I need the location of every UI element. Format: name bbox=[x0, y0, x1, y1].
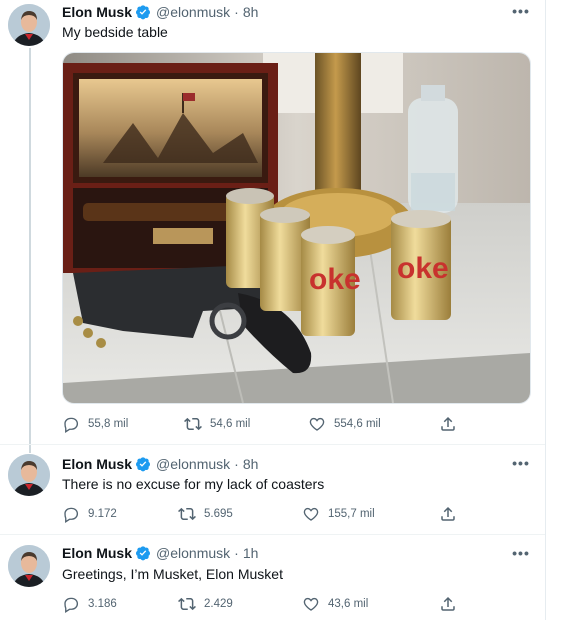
like-button[interactable]: 554,6 mil bbox=[308, 414, 381, 434]
tweet-text: Greetings, I’m Musket, Elon Musket bbox=[62, 566, 283, 582]
like-count: 155,7 mil bbox=[328, 508, 375, 520]
column-divider bbox=[545, 0, 546, 620]
tweet-actions: 9.172 5.695 155,7 mil bbox=[62, 504, 462, 524]
like-button[interactable]: 155,7 mil bbox=[302, 504, 375, 524]
retweet-button[interactable]: 2.429 bbox=[178, 594, 233, 614]
reply-count: 9.172 bbox=[88, 508, 117, 520]
verified-badge-icon bbox=[135, 456, 151, 472]
retweet-icon bbox=[178, 595, 196, 613]
retweet-count: 2.429 bbox=[204, 598, 233, 610]
reply-icon bbox=[62, 415, 80, 433]
share-icon bbox=[439, 415, 457, 433]
like-icon bbox=[308, 415, 326, 433]
avatar[interactable] bbox=[8, 454, 50, 496]
share-icon bbox=[439, 595, 457, 613]
retweet-button[interactable]: 54,6 mil bbox=[184, 414, 250, 434]
author-name[interactable]: Elon Musk bbox=[62, 4, 132, 20]
separator-dot: · bbox=[234, 4, 239, 20]
tweet-separator bbox=[0, 534, 545, 535]
share-button[interactable] bbox=[439, 594, 465, 614]
avatar[interactable] bbox=[8, 545, 50, 587]
reply-icon bbox=[62, 505, 80, 523]
author-name[interactable]: Elon Musk bbox=[62, 456, 132, 472]
reply-count: 55,8 mil bbox=[88, 418, 129, 430]
more-options-icon[interactable]: ••• bbox=[511, 456, 531, 474]
retweet-icon bbox=[178, 505, 196, 523]
share-button[interactable] bbox=[439, 504, 465, 524]
share-button[interactable] bbox=[439, 414, 465, 434]
like-button[interactable]: 43,6 mil bbox=[302, 594, 368, 614]
retweet-count: 5.695 bbox=[204, 508, 233, 520]
reply-count: 3.186 bbox=[88, 598, 117, 610]
author-handle[interactable]: @elonmusk bbox=[156, 4, 230, 20]
verified-badge-icon bbox=[135, 545, 151, 561]
tweet-header: Elon Musk @elonmusk · 1h bbox=[62, 543, 258, 563]
reply-icon bbox=[62, 595, 80, 613]
reply-button[interactable]: 9.172 bbox=[62, 504, 117, 524]
share-icon bbox=[439, 505, 457, 523]
tweet-header: Elon Musk @elonmusk · 8h bbox=[62, 2, 258, 22]
reply-button[interactable]: 55,8 mil bbox=[62, 414, 128, 434]
tweet-actions: 3.186 2.429 43,6 mil bbox=[62, 594, 462, 614]
verified-badge-icon bbox=[135, 4, 151, 20]
retweet-icon bbox=[184, 415, 202, 433]
svg-text:oke: oke bbox=[397, 252, 449, 285]
tweet-text: There is no excuse for my lack of coaste… bbox=[62, 476, 325, 492]
avatar[interactable] bbox=[8, 4, 50, 46]
tweet-actions: 55,8 mil 54,6 mil 554,6 mil bbox=[62, 414, 462, 434]
tweet-separator bbox=[0, 444, 545, 445]
tweet-header: Elon Musk @elonmusk · 8h bbox=[62, 454, 258, 474]
timestamp[interactable]: 8h bbox=[243, 456, 259, 472]
author-name[interactable]: Elon Musk bbox=[62, 545, 132, 561]
tweet-photo[interactable]: oke oke bbox=[62, 52, 531, 404]
tweet-text: My bedside table bbox=[62, 24, 168, 40]
timestamp[interactable]: 1h bbox=[243, 545, 259, 561]
retweet-count: 54,6 mil bbox=[210, 418, 251, 430]
thread-line bbox=[29, 48, 31, 453]
like-icon bbox=[302, 505, 320, 523]
separator-dot: · bbox=[234, 545, 239, 561]
svg-text:oke: oke bbox=[309, 263, 361, 296]
retweet-button[interactable]: 5.695 bbox=[178, 504, 233, 524]
separator-dot: · bbox=[234, 456, 239, 472]
author-handle[interactable]: @elonmusk bbox=[156, 456, 230, 472]
author-handle[interactable]: @elonmusk bbox=[156, 545, 230, 561]
like-count: 554,6 mil bbox=[334, 418, 381, 430]
like-count: 43,6 mil bbox=[328, 598, 369, 610]
reply-button[interactable]: 3.186 bbox=[62, 594, 117, 614]
timestamp[interactable]: 8h bbox=[243, 4, 259, 20]
like-icon bbox=[302, 595, 320, 613]
more-options-icon[interactable]: ••• bbox=[511, 4, 531, 22]
more-options-icon[interactable]: ••• bbox=[511, 546, 531, 564]
